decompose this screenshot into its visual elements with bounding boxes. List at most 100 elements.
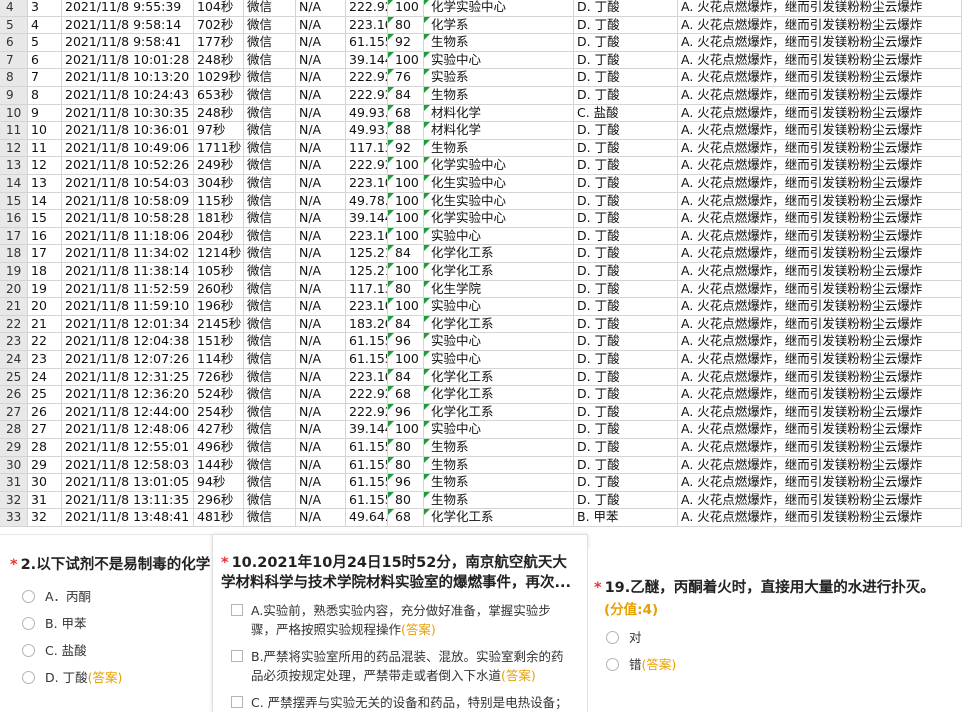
- cell-id[interactable]: 7: [28, 69, 62, 86]
- cell-department[interactable]: 生物系: [424, 491, 574, 509]
- cell-submit-time[interactable]: 2021/11/8 9:58:14: [62, 16, 194, 34]
- cell-source[interactable]: 微信: [244, 227, 296, 245]
- cell-id[interactable]: 30: [28, 474, 62, 491]
- cell-ip[interactable]: 39.144: [346, 210, 388, 227]
- cell-department[interactable]: 化学化工系: [424, 509, 574, 526]
- cell-duration[interactable]: 1214秒: [194, 245, 244, 262]
- row-header[interactable]: 22: [0, 315, 28, 333]
- cell-duration[interactable]: 249秒: [194, 157, 244, 174]
- cell-department[interactable]: 化学化工系: [424, 315, 574, 333]
- cell-department[interactable]: 材料化学: [424, 104, 574, 122]
- cell-duration[interactable]: 427秒: [194, 421, 244, 438]
- table-row[interactable]: 32312021/11/8 13:11:35296秒微信N/A61.15580生…: [0, 491, 962, 510]
- table-row[interactable]: 14132021/11/8 10:54:03304秒微信N/A223.10100…: [0, 175, 962, 193]
- cell-ip-suffix[interactable]: 84: [388, 315, 424, 333]
- table-row[interactable]: 23222021/11/8 12:04:38151秒微信N/A61.15596实…: [0, 333, 962, 351]
- cell-answer-q2[interactable]: A. 火花点燃爆炸，继而引发镁粉粉尘云爆炸: [678, 139, 962, 157]
- cell-ip[interactable]: 61.155: [346, 439, 388, 456]
- cell-duration[interactable]: 114秒: [194, 351, 244, 368]
- radio-icon[interactable]: [22, 644, 35, 657]
- cell-ip-suffix[interactable]: 80: [388, 491, 424, 509]
- cell-submit-time[interactable]: 2021/11/8 12:31:25: [62, 368, 194, 386]
- row-header[interactable]: 23: [0, 333, 28, 350]
- cell-department[interactable]: 化学实验中心: [424, 0, 574, 16]
- cell-id[interactable]: 5: [28, 34, 62, 51]
- cell-submit-time[interactable]: 2021/11/8 12:01:34: [62, 315, 194, 333]
- cell-source[interactable]: 微信: [244, 175, 296, 192]
- cell-department[interactable]: 化生实验中心: [424, 192, 574, 210]
- cell-department[interactable]: 实验中心: [424, 351, 574, 368]
- table-row[interactable]: 29282021/11/8 12:55:01496秒微信N/A61.15580生…: [0, 439, 962, 457]
- cell-region[interactable]: N/A: [296, 351, 346, 368]
- cell-ip-suffix[interactable]: 100: [388, 421, 424, 438]
- cell-region[interactable]: N/A: [296, 69, 346, 86]
- cell-ip[interactable]: 222.92: [346, 403, 388, 421]
- cell-source[interactable]: 微信: [244, 69, 296, 86]
- cell-department[interactable]: 化学系: [424, 16, 574, 34]
- cell-duration[interactable]: 204秒: [194, 227, 244, 245]
- cell-answer-q2[interactable]: A. 火花点燃爆炸，继而引发镁粉粉尘云爆炸: [678, 298, 962, 315]
- cell-region[interactable]: N/A: [296, 157, 346, 174]
- cell-answer-q1[interactable]: D. 丁酸: [574, 280, 678, 298]
- cell-answer-q1[interactable]: D. 丁酸: [574, 69, 678, 86]
- cell-department[interactable]: 化学化工系: [424, 245, 574, 262]
- cell-department[interactable]: 生物系: [424, 474, 574, 491]
- cell-answer-q1[interactable]: D. 丁酸: [574, 34, 678, 51]
- option-a[interactable]: A．丙酮: [22, 587, 122, 606]
- cell-submit-time[interactable]: 2021/11/8 9:55:39: [62, 0, 194, 16]
- cell-answer-q2[interactable]: A. 火花点燃爆炸，继而引发镁粉粉尘云爆炸: [678, 474, 962, 491]
- cell-submit-time[interactable]: 2021/11/8 12:55:01: [62, 439, 194, 456]
- cell-source[interactable]: 微信: [244, 439, 296, 456]
- cell-source[interactable]: 微信: [244, 315, 296, 333]
- cell-region[interactable]: N/A: [296, 16, 346, 34]
- cell-submit-time[interactable]: 2021/11/8 10:54:03: [62, 175, 194, 192]
- table-row[interactable]: 16152021/11/8 10:58:28181秒微信N/A39.144100…: [0, 210, 962, 228]
- cell-ip-suffix[interactable]: 84: [388, 87, 424, 104]
- cell-duration[interactable]: 248秒: [194, 51, 244, 69]
- row-header[interactable]: 9: [0, 87, 28, 104]
- cell-source[interactable]: 微信: [244, 333, 296, 350]
- row-header[interactable]: 24: [0, 351, 28, 368]
- cell-id[interactable]: 21: [28, 315, 62, 333]
- option-c[interactable]: C. 严禁摆弄与实验无关的设备和药品，特别是电热设备；: [231, 693, 571, 712]
- cell-region[interactable]: N/A: [296, 509, 346, 526]
- table-row[interactable]: 432021/11/8 9:55:39104秒微信N/A222.92100化学实…: [0, 0, 962, 17]
- cell-ip[interactable]: 61.155: [346, 351, 388, 368]
- cell-answer-q1[interactable]: D. 丁酸: [574, 315, 678, 333]
- cell-ip-suffix[interactable]: 92: [388, 139, 424, 157]
- cell-ip-suffix[interactable]: 100: [388, 263, 424, 280]
- cell-ip-suffix[interactable]: 100: [388, 51, 424, 69]
- cell-department[interactable]: 实验中心: [424, 51, 574, 69]
- table-row[interactable]: 18172021/11/8 11:34:021214秒微信N/A125.2184…: [0, 245, 962, 263]
- cell-id[interactable]: 17: [28, 245, 62, 262]
- cell-region[interactable]: N/A: [296, 210, 346, 227]
- cell-answer-q2[interactable]: A. 火花点燃爆炸，继而引发镁粉粉尘云爆炸: [678, 192, 962, 210]
- cell-ip-suffix[interactable]: 100: [388, 192, 424, 210]
- cell-duration[interactable]: 524秒: [194, 386, 244, 403]
- table-row[interactable]: 31302021/11/8 13:01:0594秒微信N/A61.15596生物…: [0, 474, 962, 492]
- cell-source[interactable]: 微信: [244, 192, 296, 210]
- cell-ip[interactable]: 49.93.: [346, 122, 388, 139]
- cell-submit-time[interactable]: 2021/11/8 12:04:38: [62, 333, 194, 350]
- cell-answer-q1[interactable]: D. 丁酸: [574, 245, 678, 262]
- cell-source[interactable]: 微信: [244, 509, 296, 526]
- cell-id[interactable]: 6: [28, 51, 62, 69]
- cell-duration[interactable]: 2145秒: [194, 315, 244, 333]
- cell-answer-q2[interactable]: A. 火花点燃爆炸，继而引发镁粉粉尘云爆炸: [678, 157, 962, 174]
- cell-ip-suffix[interactable]: 80: [388, 16, 424, 34]
- row-header[interactable]: 17: [0, 227, 28, 245]
- cell-answer-q2[interactable]: A. 火花点燃爆炸，继而引发镁粉粉尘云爆炸: [678, 210, 962, 227]
- cell-duration[interactable]: 177秒: [194, 34, 244, 51]
- cell-answer-q1[interactable]: D. 丁酸: [574, 157, 678, 174]
- cell-source[interactable]: 微信: [244, 157, 296, 174]
- cell-source[interactable]: 微信: [244, 403, 296, 421]
- cell-duration[interactable]: 94秒: [194, 474, 244, 491]
- cell-department[interactable]: 实验中心: [424, 298, 574, 315]
- cell-source[interactable]: 微信: [244, 210, 296, 227]
- cell-ip[interactable]: 222.92: [346, 69, 388, 86]
- cell-ip[interactable]: 222.92: [346, 386, 388, 403]
- cell-ip-suffix[interactable]: 76: [388, 69, 424, 86]
- cell-region[interactable]: N/A: [296, 315, 346, 333]
- cell-source[interactable]: 微信: [244, 491, 296, 509]
- cell-duration[interactable]: 1711秒: [194, 139, 244, 157]
